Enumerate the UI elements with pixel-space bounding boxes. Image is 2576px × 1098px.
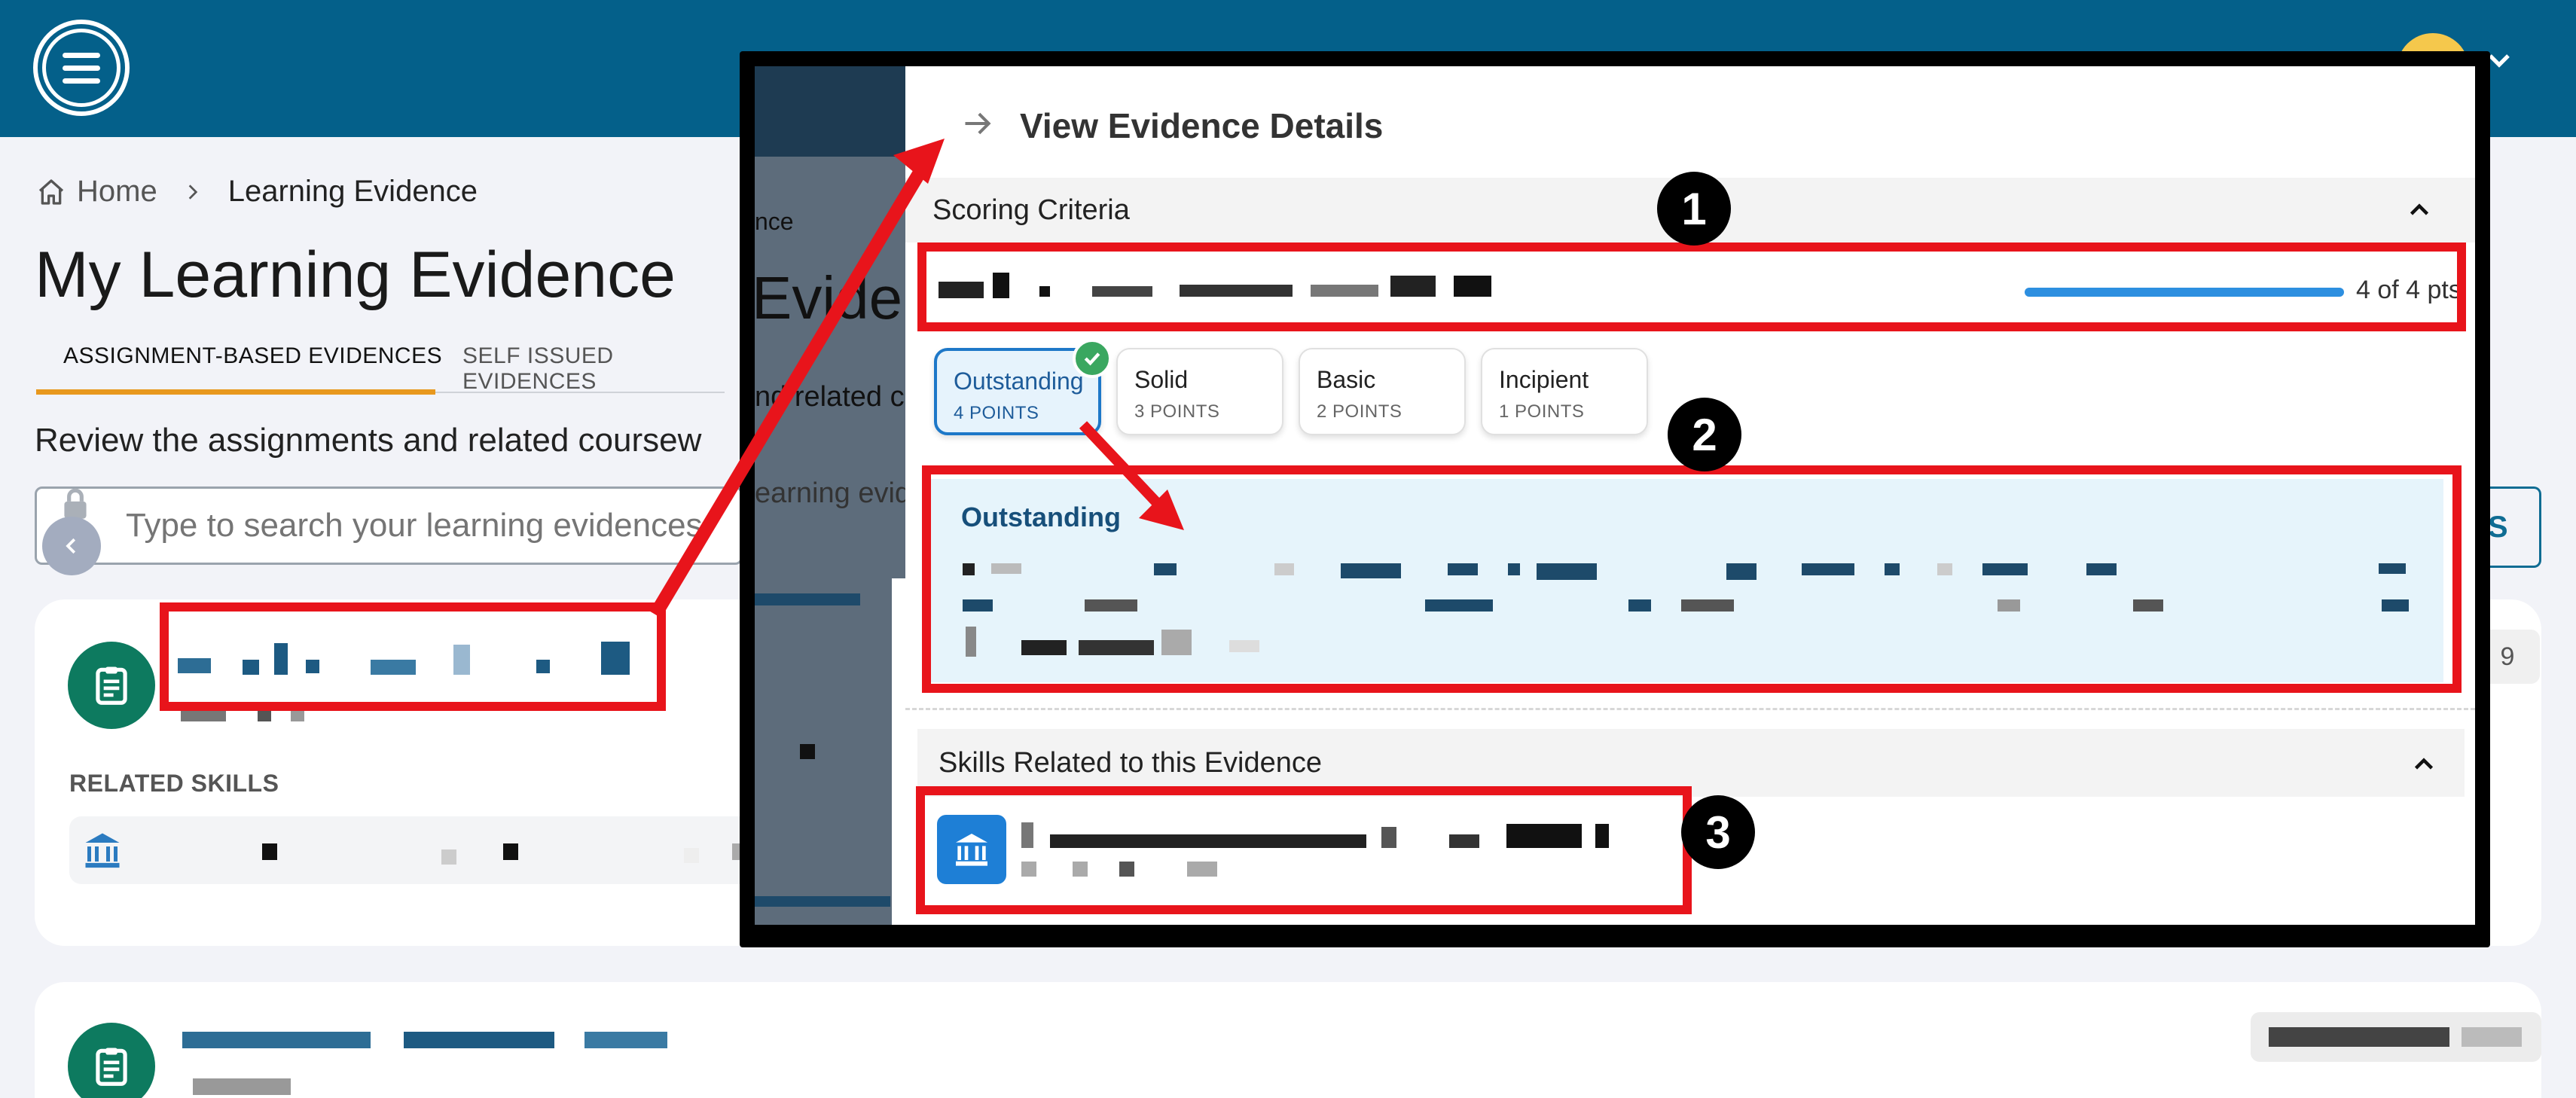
evidence-card[interactable] — [35, 982, 2541, 1098]
level-basic[interactable]: Basic 2 POINTS — [1299, 348, 1466, 435]
menu-button[interactable] — [33, 20, 130, 116]
breadcrumb-home-link[interactable]: Home — [77, 175, 157, 209]
level-outstanding[interactable]: Outstanding 4 POINTS — [934, 339, 1112, 435]
arrow-right-icon[interactable] — [960, 107, 996, 140]
chevron-left-icon — [66, 538, 76, 554]
scoring-criteria-label: Scoring Criteria — [932, 194, 1130, 226]
search-input[interactable] — [126, 507, 728, 544]
dimmed-breadcrumb-fragment: nce — [755, 208, 794, 235]
chevron-up-icon[interactable] — [2409, 750, 2439, 777]
dimmed-subtitle-fragment: nd related c — [755, 381, 905, 413]
step-marker: 1 — [1657, 172, 1731, 246]
panel-header: View Evidence Details — [905, 66, 2475, 178]
level-solid[interactable]: Solid 3 POINTS — [1116, 348, 1283, 435]
check-icon — [1073, 339, 1112, 378]
active-tab-indicator — [36, 389, 435, 395]
highlight-criterion-row — [917, 242, 2466, 331]
step-marker: 3 — [1681, 795, 1755, 869]
chevron-right-icon — [188, 184, 197, 200]
level-points: 1 POINTS — [1499, 401, 1585, 422]
step-marker: 2 — [1668, 398, 1741, 471]
page-title: My Learning Evidence — [35, 239, 676, 311]
level-incipient[interactable]: Incipient 1 POINTS — [1481, 348, 1648, 435]
level-name: Basic — [1317, 366, 1376, 393]
breadcrumb-current: Learning Evidence — [227, 175, 478, 208]
level-name: Solid — [1134, 366, 1189, 393]
assignment-clipboard-icon — [68, 1023, 155, 1098]
page-description: Review the assignments and related cours… — [35, 422, 702, 459]
related-skill-chip[interactable] — [69, 816, 774, 884]
level-points: 2 POINTS — [1317, 401, 1402, 422]
highlight-card-title — [160, 602, 666, 711]
evidence-tabs: ASSIGNMENT-BASED EVIDENCES SELF ISSUED E… — [36, 336, 725, 395]
highlight-level-description — [922, 465, 2462, 693]
hamburger-menu-icon — [42, 29, 121, 107]
tab-self-issued[interactable]: SELF ISSUED EVIDENCES — [462, 343, 725, 395]
dimmed-title-fragment: Evidenc — [755, 264, 905, 331]
date-badge — [2251, 1012, 2541, 1062]
level-name: Outstanding — [954, 368, 1084, 395]
collapse-sidebar-button[interactable] — [42, 517, 101, 575]
assignment-clipboard-icon — [68, 642, 155, 729]
search-field[interactable] — [35, 486, 743, 565]
level-name: Incipient — [1499, 366, 1589, 393]
level-points: 3 POINTS — [1134, 401, 1220, 422]
level-points: 4 POINTS — [954, 403, 1039, 423]
panel-title: View Evidence Details — [1020, 106, 1384, 145]
breadcrumb: Home Learning Evidence — [36, 175, 478, 209]
institution-icon — [85, 833, 120, 868]
related-skills-label: RELATED SKILLS — [69, 770, 279, 797]
related-skills-section-label: Skills Related to this Evidence — [939, 747, 1323, 779]
dimmed-search-fragment: earning evid — [755, 477, 905, 509]
dimmed-page-background: nce Evidenc nd related c earning evid — [755, 66, 905, 925]
section-divider — [905, 708, 2475, 710]
highlight-related-skill — [916, 786, 1692, 914]
tab-assignment-based[interactable]: ASSIGNMENT-BASED EVIDENCES — [63, 343, 442, 369]
home-icon[interactable] — [36, 177, 66, 207]
chevron-up-icon[interactable] — [2404, 196, 2434, 223]
